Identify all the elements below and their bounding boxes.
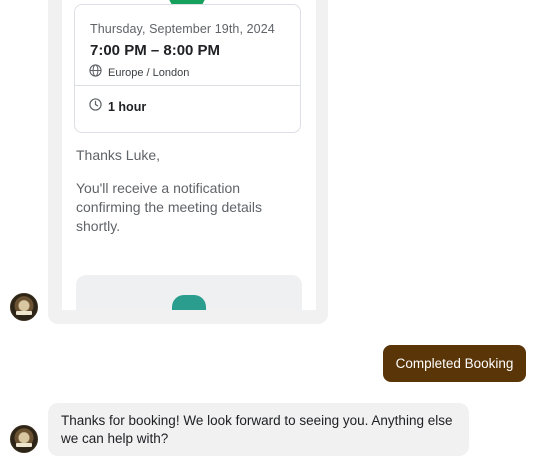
bot-message-booking-widget: Thursday, September 19th, 2024 7:00 PM –…: [48, 0, 328, 324]
bot-avatar: [10, 425, 38, 453]
bot-avatar: [10, 293, 38, 321]
company-logo-card: [76, 275, 302, 310]
event-date: Thursday, September 19th, 2024: [90, 22, 275, 36]
notification-text: You'll receive a notification confirming…: [76, 180, 262, 234]
thanks-greeting: Thanks Luke,: [76, 147, 161, 163]
company-logo-icon: [172, 295, 206, 310]
booking-confirmation-widget: Thursday, September 19th, 2024 7:00 PM –…: [62, 0, 316, 310]
event-time: 7:00 PM – 8:00 PM: [90, 42, 221, 59]
clock-icon: [89, 98, 102, 116]
user-message-bubble: Completed Booking: [383, 345, 526, 382]
globe-icon: [89, 64, 102, 82]
bot-message-bubble: Thanks for booking! We look forward to s…: [48, 403, 469, 456]
event-details-card: Thursday, September 19th, 2024 7:00 PM –…: [74, 4, 301, 133]
duration-row: 1 hour: [89, 98, 146, 116]
divider: [75, 85, 300, 86]
duration-label: 1 hour: [108, 100, 147, 114]
timezone-row: Europe / London: [89, 64, 189, 82]
timezone-label: Europe / London: [108, 67, 190, 79]
